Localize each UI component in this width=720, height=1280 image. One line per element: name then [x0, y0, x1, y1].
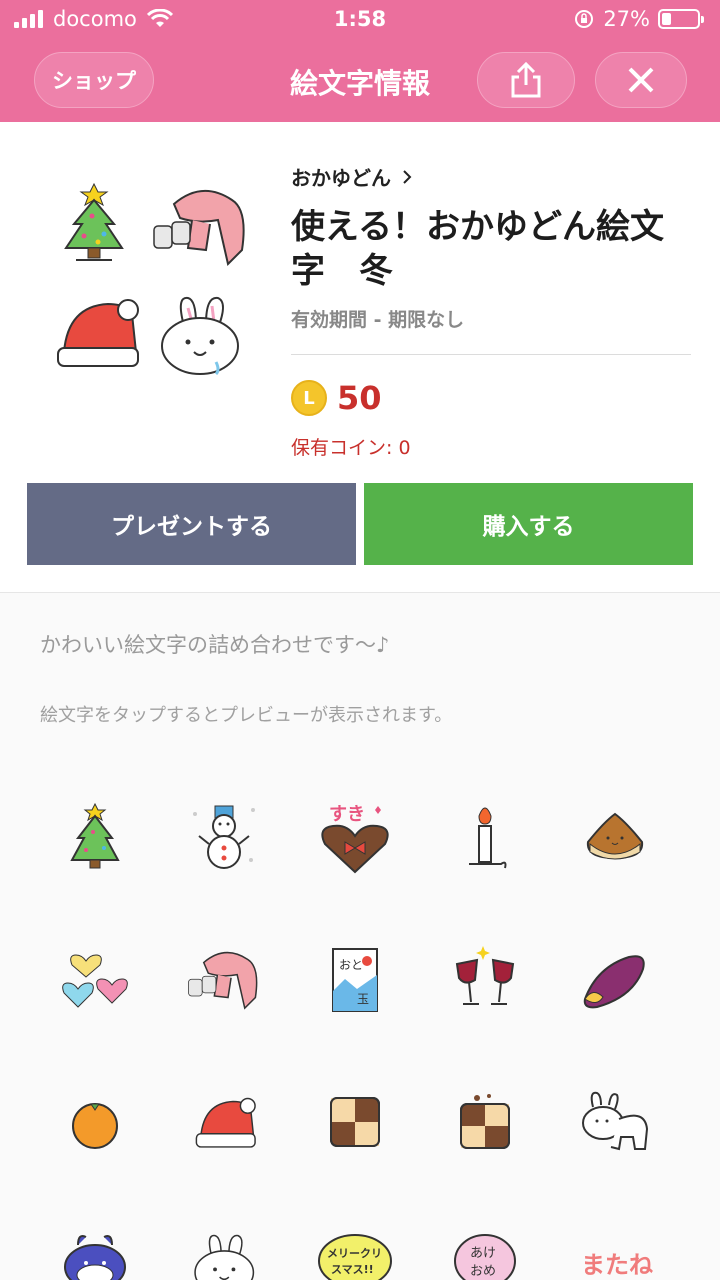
candle-icon: [469, 807, 507, 869]
merry-christmas-bubble-icon: メリークリスマス!!: [318, 1234, 392, 1280]
emoji-sweet-potato[interactable]: [560, 925, 670, 1035]
product-section: おかゆどん 使える！おかゆどん絵文字 冬 有効期間 - 期限なし L 50 保有…: [0, 122, 720, 592]
rotation-lock-icon: [575, 10, 594, 28]
buy-button[interactable]: 購入する: [364, 483, 693, 565]
app-root: docomo 1:58 27% ショップ 絵文字情報 おかゆどん 使える！おかゆ…: [0, 0, 720, 1280]
emoji-checker-cookie[interactable]: [300, 1067, 410, 1177]
emoji-rabbit-body[interactable]: [560, 1067, 670, 1177]
emoji-akeome-bubble[interactable]: あけ おめ: [430, 1209, 540, 1280]
hearts-icon: [62, 954, 128, 1008]
scarf-mittens-icon: [188, 951, 258, 1010]
svg-text:おと: おと: [339, 958, 363, 972]
emoji-checker-cookie-bitten[interactable]: [430, 1067, 540, 1177]
rabbit-body-icon: [582, 1091, 649, 1151]
emoji-matane-text[interactable]: またね: [560, 1209, 670, 1280]
emoji-blue-bear[interactable]: [40, 1209, 150, 1280]
author-link[interactable]: おかゆどん: [291, 162, 691, 191]
otoshidama-icon: おと玉: [332, 948, 378, 1012]
coin-icon: L: [291, 380, 327, 416]
svg-text:あけ: あけ: [470, 1246, 496, 1261]
svg-text:またね: またね: [581, 1251, 653, 1279]
wine-toast-icon: [455, 946, 515, 1005]
emoji-chestnut[interactable]: [560, 783, 670, 893]
battery-fill: [662, 13, 671, 25]
emoji-thumbnails: [40, 172, 260, 392]
svg-text:メリークリ: メリークリ: [327, 1247, 382, 1260]
santa-hat-icon: [195, 1097, 256, 1148]
product-title: 使える！おかゆどん絵文字 冬: [291, 207, 664, 291]
status-bar: docomo 1:58 27%: [0, 0, 720, 40]
akeome-bubble-icon: あけおめ: [454, 1234, 516, 1280]
emoji-rabbit-face[interactable]: [170, 1209, 280, 1280]
santa-hat-icon: [57, 299, 139, 367]
info-divider: [291, 354, 691, 355]
rabbit-face-icon: [161, 296, 239, 376]
emoji-christmas-tree[interactable]: [40, 783, 150, 893]
close-button[interactable]: [595, 52, 687, 108]
emoji-santa-hat[interactable]: [170, 1067, 280, 1177]
scarf-mittens-icon: [153, 189, 245, 266]
share-button[interactable]: [477, 52, 575, 108]
emoji-merry-christmas-bubble[interactable]: メリークリスマス!!: [300, 1209, 410, 1280]
svg-text:すき: すき: [329, 804, 365, 825]
snowman-icon: [193, 805, 255, 869]
price-row: L 50: [291, 379, 691, 417]
heart-chocolate-icon: すき: [321, 804, 389, 874]
present-button[interactable]: プレゼントする: [27, 483, 356, 565]
svg-text:玉: 玉: [357, 992, 369, 1006]
svg-text:スマス!!: スマス!!: [331, 1263, 374, 1276]
description-section: かわいい絵文字の詰め合わせです〜♪ 絵文字をタップするとプレビューが表示されます…: [0, 592, 720, 1280]
chevron-right-icon: [403, 169, 412, 184]
status-right: 27%: [573, 7, 704, 31]
emoji-heart-chocolate[interactable]: すき: [300, 783, 410, 893]
checker-cookie-bitten-icon: [460, 1094, 510, 1149]
emoji-snowman[interactable]: [170, 783, 280, 893]
close-icon: [628, 67, 654, 93]
checker-cookie-icon: [330, 1097, 380, 1147]
sweet-potato-icon: [583, 955, 645, 1009]
rabbit-face-icon: [194, 1234, 255, 1280]
emoji-candle[interactable]: [430, 783, 540, 893]
owned-coins: 保有コイン: 0: [291, 437, 411, 459]
price-value: 50: [337, 379, 382, 417]
description-text: かわいい絵文字の詰め合わせです〜♪: [40, 633, 390, 657]
battery-icon: [658, 9, 704, 29]
blue-bear-icon: [64, 1235, 126, 1280]
mikan-icon: [72, 1103, 118, 1149]
preview-hint: 絵文字をタップするとプレビューが表示されます。: [40, 705, 453, 726]
validity-text: 有効期間 - 期限なし: [291, 309, 465, 331]
chestnut-icon: [586, 812, 644, 860]
author-name: おかゆどん: [291, 166, 391, 190]
emoji-wine-toast[interactable]: [430, 925, 540, 1035]
top-bar: docomo 1:58 27% ショップ 絵文字情報: [0, 0, 720, 122]
emoji-hearts[interactable]: [40, 925, 150, 1035]
christmas-tree-icon: [70, 802, 120, 869]
christmas-tree-icon: [64, 182, 124, 261]
svg-text:おめ: おめ: [470, 1264, 496, 1279]
share-icon: [511, 61, 541, 98]
emoji-scarf-mittens[interactable]: [170, 925, 280, 1035]
battery-percent: 27%: [603, 7, 650, 31]
matane-text-icon: またね: [581, 1251, 653, 1279]
emoji-otoshidama[interactable]: おと玉: [300, 925, 410, 1035]
product-info: おかゆどん 使える！おかゆどん絵文字 冬 有効期間 - 期限なし L 50 保有…: [291, 162, 691, 460]
emoji-mikan[interactable]: [40, 1067, 150, 1177]
